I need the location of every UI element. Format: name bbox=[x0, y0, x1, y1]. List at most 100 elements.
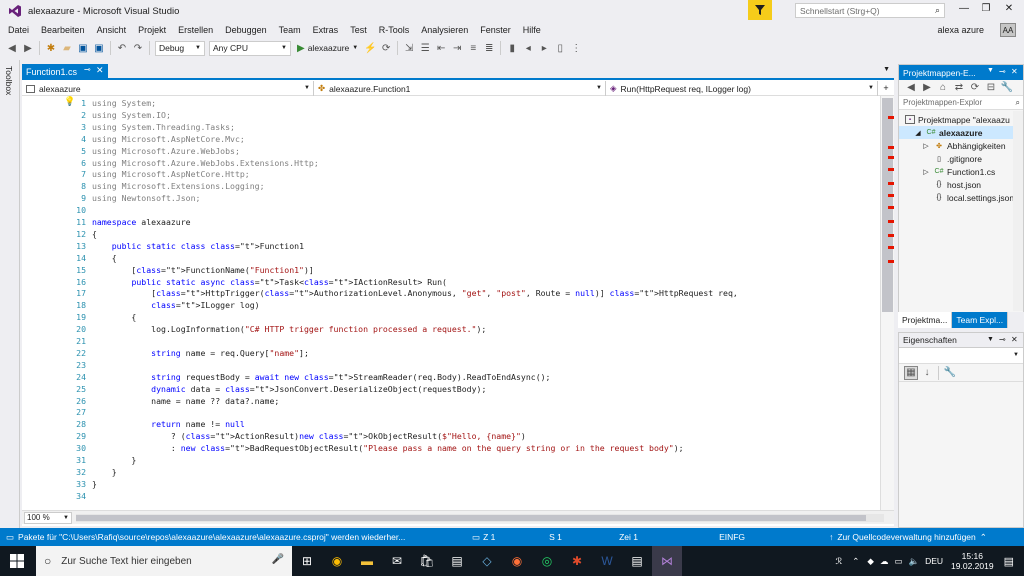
code-line[interactable]: dynamic data = class="t">JsonConvert.Des… bbox=[92, 384, 486, 394]
code-line[interactable]: log.LogInformation("C# HTTP trigger func… bbox=[92, 324, 486, 334]
menu-test[interactable]: Test bbox=[344, 25, 373, 35]
tab-team-explorer[interactable]: Team Expl... bbox=[952, 312, 1009, 328]
tree-item-function1[interactable]: ▷ C# Function1.cs bbox=[899, 165, 1023, 178]
code-line[interactable]: } bbox=[92, 455, 136, 465]
code-line[interactable]: [class="t">HttpTrigger(class="t">Authori… bbox=[92, 288, 738, 298]
network-icon[interactable]: ▭ bbox=[894, 556, 902, 567]
add-to-source-control-button[interactable]: Zur Quellcodeverwaltung hinzufügen bbox=[837, 532, 975, 542]
outdent-icon[interactable]: ⇤ bbox=[434, 41, 448, 55]
align-icon[interactable]: ☰ bbox=[418, 41, 432, 55]
ux-app-icon[interactable]: ▤ bbox=[442, 546, 472, 576]
uncomment-icon[interactable]: ≣ bbox=[482, 41, 496, 55]
overflow-icon[interactable]: ⋮ bbox=[569, 41, 583, 55]
menu-team[interactable]: Team bbox=[273, 25, 307, 35]
maximize-button[interactable]: ❐ bbox=[979, 3, 993, 14]
save-all-icon[interactable]: ▣ bbox=[92, 41, 106, 55]
word-icon[interactable]: W bbox=[592, 546, 622, 576]
back-icon[interactable]: ◀ bbox=[904, 81, 918, 95]
close-icon[interactable]: ✕ bbox=[96, 65, 104, 76]
code-editor[interactable]: 💡 1 using System; 2 using System.IO; 3 using … bbox=[22, 96, 880, 510]
horizontal-scrollbar[interactable] bbox=[76, 513, 884, 522]
mail-icon[interactable]: ✉ bbox=[382, 546, 412, 576]
pin-icon[interactable]: ⊸ bbox=[999, 335, 1006, 344]
categorized-icon[interactable]: ▦ bbox=[904, 365, 918, 380]
new-project-icon[interactable]: ✱ bbox=[44, 41, 58, 55]
store-icon[interactable]: 🛍 bbox=[412, 546, 442, 576]
code-line[interactable]: { bbox=[92, 253, 117, 263]
search-icon[interactable]: ⌕ bbox=[1016, 98, 1020, 108]
forward-icon[interactable]: ▶ bbox=[21, 41, 35, 55]
forward-icon[interactable]: ▶ bbox=[920, 81, 934, 95]
tree-item-gitignore[interactable]: ▯ .gitignore bbox=[899, 152, 1023, 165]
code-line[interactable]: string name = req.Query["name"]; bbox=[92, 348, 309, 358]
member-nav-select[interactable]: ◈ Run(HttpRequest req, ILogger log) ▼ bbox=[606, 81, 878, 96]
user-name[interactable]: alexa azure bbox=[937, 25, 984, 35]
platform-select[interactable]: Any CPU ▼ bbox=[209, 40, 291, 56]
minimize-button[interactable]: — bbox=[957, 3, 971, 14]
dropbox-icon[interactable]: ◆ bbox=[867, 556, 874, 567]
code-line[interactable]: public static class class="t">Function1 bbox=[92, 241, 304, 251]
save-icon[interactable]: ▣ bbox=[76, 41, 90, 55]
code-line[interactable]: string requestBody = await new class="t"… bbox=[92, 372, 550, 382]
onedrive-icon[interactable]: ☁ bbox=[880, 556, 889, 567]
menu-erstellen[interactable]: Erstellen bbox=[172, 25, 219, 35]
close-icon[interactable]: ✕ bbox=[1011, 335, 1018, 344]
open-folder-icon[interactable]: ▰ bbox=[60, 41, 74, 55]
code-line[interactable]: using Newtonsoft.Json; bbox=[92, 193, 200, 203]
property-pages-icon[interactable]: 🔧 bbox=[943, 366, 957, 380]
code-line[interactable]: class="t">ILogger log) bbox=[92, 300, 259, 310]
tray-chevron-icon[interactable]: ⌃ bbox=[852, 556, 859, 567]
code-line[interactable]: [class="t">FunctionName("Function1")] bbox=[92, 265, 313, 275]
taskbar-search-input[interactable]: ○ Zur Suche Text hier eingeben 🎤 bbox=[36, 546, 292, 576]
feedback-filter-icon[interactable] bbox=[748, 0, 772, 20]
solution-explorer-scrollbar[interactable] bbox=[1013, 111, 1023, 311]
code-line[interactable]: : new class="t">BadRequestObjectResult("… bbox=[92, 443, 684, 453]
code-line[interactable]: } bbox=[92, 467, 117, 477]
menu-hilfe[interactable]: Hilfe bbox=[517, 25, 547, 35]
code-line[interactable]: using Microsoft.AspNetCore.Mvc; bbox=[92, 134, 245, 144]
menu-debuggen[interactable]: Debuggen bbox=[219, 25, 273, 35]
config-select[interactable]: Debug ▼ bbox=[155, 40, 205, 56]
menu-r-tools[interactable]: R-Tools bbox=[373, 25, 416, 35]
tab-projektmappe[interactable]: Projektma... bbox=[898, 312, 953, 328]
quicklaunch-input[interactable]: Schnellstart (Strg+Q) ⌕ bbox=[795, 3, 945, 18]
prev-bookmark-icon[interactable]: ◂ bbox=[521, 41, 535, 55]
hot-reload-icon[interactable]: ⚡ bbox=[363, 41, 377, 55]
properties-object-select[interactable]: ▼ bbox=[899, 348, 1023, 364]
next-bookmark-icon[interactable]: ▸ bbox=[537, 41, 551, 55]
class-nav-select[interactable]: ✤ alexaazure.Function1 ▼ bbox=[314, 81, 606, 96]
code-line[interactable]: using System.IO; bbox=[92, 110, 171, 120]
search-icon[interactable]: ⌕ bbox=[935, 5, 940, 16]
close-window-button[interactable]: ✕ bbox=[1002, 3, 1016, 14]
notification-icon[interactable]: ▤ bbox=[1004, 555, 1014, 568]
tree-item-dependencies[interactable]: ▷ ✤ Abhängigkeiten bbox=[899, 139, 1023, 152]
avatar[interactable]: AA bbox=[1000, 23, 1016, 37]
tree-item-host-json[interactable]: {} host.json bbox=[899, 178, 1023, 191]
bookmark-icon[interactable]: ▮ bbox=[505, 41, 519, 55]
scrollbar-thumb[interactable] bbox=[76, 514, 866, 521]
microphone-icon[interactable]: 🎤 bbox=[272, 554, 284, 565]
refresh-icon[interactable]: ⟳ bbox=[968, 81, 982, 95]
back-icon[interactable]: ◀ bbox=[5, 41, 19, 55]
code-line[interactable]: using Microsoft.AspNetCore.Http; bbox=[92, 169, 250, 179]
split-window-icon[interactable]: + bbox=[878, 81, 894, 95]
code-line[interactable]: namespace alexaazure bbox=[92, 217, 191, 227]
menu-projekt[interactable]: Projekt bbox=[132, 25, 172, 35]
start-debug-button[interactable]: ▶ alexaazure ▼ bbox=[297, 43, 358, 54]
menu-datei[interactable]: Datei bbox=[0, 25, 35, 35]
code-line[interactable]: using Microsoft.Azure.WebJobs.Extensions… bbox=[92, 158, 319, 168]
code-line[interactable]: using System; bbox=[92, 98, 156, 108]
chevron-down-icon[interactable]: ▼ bbox=[987, 336, 994, 343]
code-line[interactable]: public static async class="t">Task<class… bbox=[92, 277, 447, 287]
sync-icon[interactable]: ⇄ bbox=[952, 81, 966, 95]
alphabetical-icon[interactable]: ↓ bbox=[920, 366, 934, 380]
zoom-select[interactable]: 100 % ▼ bbox=[24, 511, 72, 524]
firefox-icon[interactable]: ◉ bbox=[502, 546, 532, 576]
tree-item-local-settings[interactable]: {} local.settings.json bbox=[899, 191, 1023, 204]
code-line[interactable]: return name != null bbox=[92, 419, 245, 429]
browser-link-icon[interactable]: ⟳ bbox=[379, 41, 393, 55]
tab-function1-cs[interactable]: Function1.cs ⊸ ✕ bbox=[22, 64, 108, 79]
menu-ansicht[interactable]: Ansicht bbox=[91, 25, 133, 35]
code-line[interactable]: using System.Threading.Tasks; bbox=[92, 122, 235, 132]
step-into-icon[interactable]: ⇲ bbox=[402, 41, 416, 55]
